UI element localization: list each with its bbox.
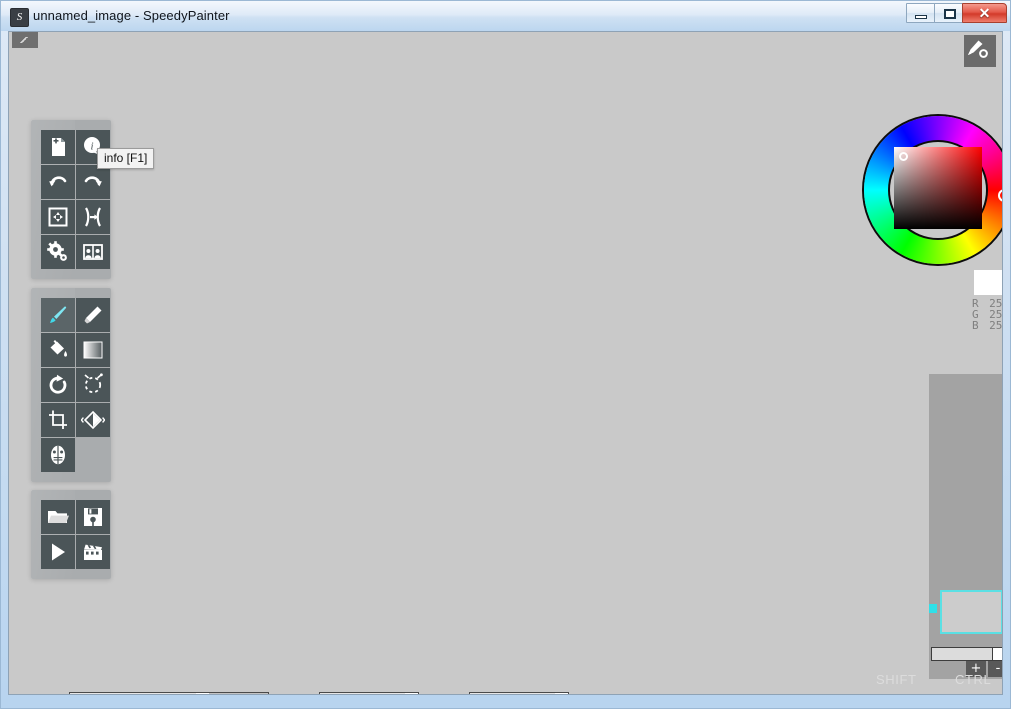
open-file-button[interactable] [41, 500, 75, 534]
layer-list-item[interactable] [940, 590, 1002, 634]
window-title: unnamed_image - SpeedyPainter [33, 8, 230, 23]
lasso-select-button[interactable] [76, 368, 110, 402]
brush-size-fill [70, 693, 196, 694]
saturation-value-square[interactable] [894, 147, 982, 229]
mask-tool-button[interactable] [41, 438, 75, 472]
rgb-channel-value: 255 [989, 319, 1003, 332]
fit-to-screen-button[interactable] [41, 200, 75, 234]
eraser-tool-button[interactable] [76, 298, 110, 332]
minimize-button[interactable] [906, 3, 935, 23]
new-document-button[interactable] [41, 130, 75, 164]
brush-opacity-knob[interactable] [405, 693, 418, 694]
brush-opacity-slider[interactable] [319, 692, 419, 694]
layers-list[interactable] [929, 374, 1002, 639]
reference-window-button[interactable] [76, 235, 110, 269]
redo-button[interactable] [76, 165, 110, 199]
application-window: S unnamed_image - SpeedyPainter ✕ i info… [0, 0, 1011, 709]
painting-canvas[interactable] [9, 32, 1002, 694]
layer-visibility-indicator[interactable] [929, 604, 937, 613]
media-palette [31, 490, 111, 579]
rgb-row-b: B 255 [972, 319, 1003, 332]
tools-palette-empty-slot [76, 438, 110, 472]
undo-button[interactable] [41, 165, 75, 199]
brush-flow-knob[interactable] [555, 693, 568, 694]
file-palette: i [31, 120, 111, 279]
mirror-view-button[interactable] [76, 200, 110, 234]
title-bar[interactable]: S unnamed_image - SpeedyPainter ✕ [1, 1, 1010, 31]
brush-flow-fill [470, 693, 556, 694]
tooltip-info: info [F1] [97, 148, 155, 169]
brush-tool-button[interactable] [41, 298, 75, 332]
brush-opacity-fill [320, 693, 405, 694]
maximize-button[interactable] [934, 3, 963, 23]
color-wheel[interactable] [857, 114, 1002, 278]
layer-opacity-knob[interactable] [992, 648, 1002, 660]
current-color-swatch[interactable] [974, 270, 1002, 295]
close-button[interactable]: ✕ [962, 3, 1007, 23]
layer-opacity-slider[interactable] [931, 647, 1002, 661]
layers-panel: + - [929, 374, 1002, 679]
gradient-tool-button[interactable] [76, 333, 110, 367]
canvas-resize-handle[interactable] [12, 32, 38, 48]
minimize-icon [915, 15, 927, 19]
maximize-icon [944, 9, 956, 19]
window-controls: ✕ [906, 3, 1007, 25]
preferences-button[interactable] [41, 235, 75, 269]
rgb-channel-label: B [972, 319, 979, 332]
export-video-button[interactable] [76, 535, 110, 569]
tools-palette [31, 288, 111, 482]
crop-tool-button[interactable] [41, 403, 75, 437]
paint-bucket-button[interactable] [41, 333, 75, 367]
close-icon: ✕ [978, 5, 991, 21]
shift-key-indicator: SHIFT [876, 672, 917, 687]
play-timelapse-button[interactable] [41, 535, 75, 569]
client-area: i info [F1] R 25 G 25 B 25 + - SHIFT CTR… [8, 31, 1003, 695]
saturation-value-marker[interactable] [899, 152, 908, 161]
layer-opacity-track [932, 648, 992, 660]
svg-text:i: i [90, 141, 93, 153]
brush-size-slider[interactable] [69, 692, 269, 694]
brush-settings-icon[interactable] [964, 35, 996, 67]
save-file-button[interactable] [76, 500, 110, 534]
ctrl-key-indicator: CTRL [955, 672, 992, 687]
brush-flow-slider[interactable] [469, 692, 569, 694]
brush-size-knob[interactable] [196, 693, 209, 694]
rgb-readout: R 255 G 255 B 255 [972, 298, 1003, 332]
brush-size-rest [209, 693, 268, 694]
symmetry-tool-button[interactable] [76, 403, 110, 437]
rotate-canvas-button[interactable] [41, 368, 75, 402]
app-icon: S [10, 8, 29, 27]
